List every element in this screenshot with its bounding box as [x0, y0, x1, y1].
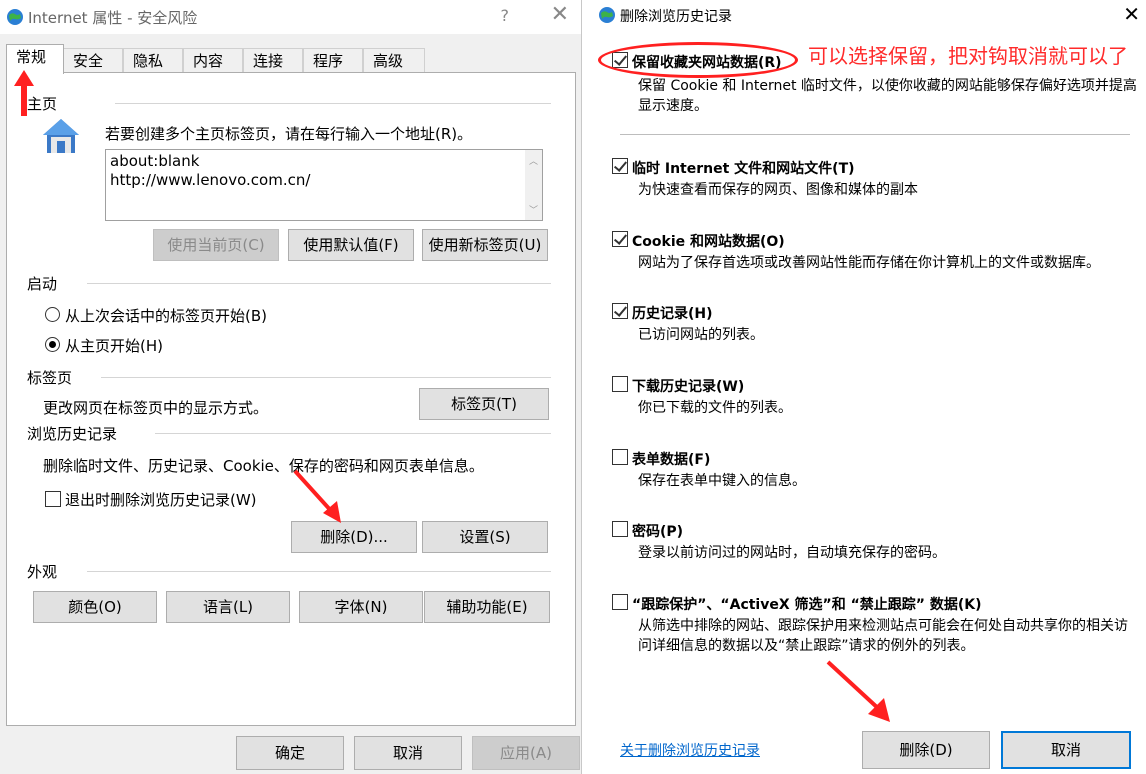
cancel-button[interactable]: 取消 — [1001, 731, 1131, 769]
use-new-tab-button[interactable]: 使用新标签页(U) — [422, 229, 548, 261]
window-title: Internet 属性 - 安全风险 — [28, 9, 198, 27]
delete-on-exit-label: 退出时删除浏览历史记录(W) — [65, 491, 257, 509]
close-button[interactable]: ✕ — [551, 2, 569, 27]
option-checkbox-form-data[interactable] — [612, 449, 628, 465]
startup-heading: 启动 — [27, 275, 58, 293]
tab-privacy[interactable]: 隐私 — [123, 48, 183, 73]
option-title: 临时 Internet 文件和网站文件(T) — [632, 161, 855, 177]
option-description: 为快速查看而保存的网页、图像和媒体的副本 — [638, 182, 918, 198]
use-current-button[interactable]: 使用当前页(C) — [153, 229, 279, 261]
option-description: 保留 Cookie 和 Internet 临时文件，以使你收藏的网站能够保存偏好… — [638, 78, 1137, 114]
divider — [87, 283, 551, 284]
internet-options-window: Internet 属性 - 安全风险 ? ✕ 常规 安全 隐私 内容 连接 程序… — [0, 0, 582, 774]
textarea-scrollbar[interactable]: ︿ ﹀ — [525, 150, 542, 220]
help-button[interactable]: ? — [501, 6, 510, 25]
startup-radio-last-session[interactable] — [45, 307, 60, 322]
ie-globe-icon — [7, 9, 23, 25]
history-heading: 浏览历史记录 — [27, 425, 118, 443]
option-description: 从筛选中排除的网站、跟踪保护用来检测站点可能会在何处自动共享你的相关访问详细信息… — [638, 618, 1128, 654]
tabs-description: 更改网页在标签页中的显示方式。 — [43, 399, 269, 417]
tabs-button[interactable]: 标签页(T) — [419, 388, 549, 420]
divider — [155, 433, 551, 434]
languages-button[interactable]: 语言(L) — [166, 591, 290, 623]
title-bar: Internet 属性 - 安全风险 ? ✕ — [0, 0, 581, 34]
colors-button[interactable]: 颜色(O) — [33, 591, 157, 623]
fonts-button[interactable]: 字体(N) — [299, 591, 423, 623]
tab-connections[interactable]: 连接 — [243, 48, 303, 73]
option-checkbox-cookies[interactable] — [612, 231, 628, 247]
general-tab-panel: 主页 若要创建多个主页标签页，请在每行输入一个地址(R)。 ︿ ﹀ 使用当前页(… — [6, 72, 576, 726]
history-settings-button[interactable]: 设置(S) — [422, 521, 548, 553]
option-checkbox-temp-files[interactable] — [612, 158, 628, 174]
home-urls-textarea[interactable] — [105, 149, 543, 221]
window-title: 删除浏览历史记录 — [620, 9, 732, 25]
startup-option-1-label: 从上次会话中的标签页开始(B) — [65, 307, 267, 325]
option-checkbox-downloads[interactable] — [612, 376, 628, 392]
apply-button[interactable]: 应用(A) — [472, 736, 580, 770]
option-title: 下载历史记录(W) — [632, 379, 745, 395]
divider — [115, 103, 551, 104]
home-instruction: 若要创建多个主页标签页，请在每行输入一个地址(R)。 — [105, 125, 473, 143]
history-description: 删除临时文件、历史记录、Cookie、保存的密码和网页表单信息。 — [43, 457, 484, 475]
option-title: Cookie 和网站数据(O) — [632, 234, 785, 250]
option-description: 登录以前访问过的网站时，自动填充保存的密码。 — [638, 545, 946, 561]
close-button[interactable]: ✕ — [1123, 2, 1140, 26]
option-description: 你已下载的文件的列表。 — [638, 400, 792, 416]
delete-history-button[interactable]: 删除(D)... — [291, 521, 417, 553]
cancel-button[interactable]: 取消 — [354, 736, 462, 770]
annotation-text: 可以选择保留，把对钩取消就可以了 — [808, 44, 1128, 68]
option-title: 密码(P) — [632, 524, 684, 540]
appearance-heading: 外观 — [27, 563, 58, 581]
delete-history-window: 删除浏览历史记录 ✕ 保留收藏夹网站数据(R) 保留 Cookie 和 Inte… — [590, 0, 1146, 774]
scroll-down-icon[interactable]: ﹀ — [529, 203, 538, 216]
delete-on-exit-checkbox[interactable] — [45, 491, 61, 507]
title-bar: 删除浏览历史记录 ✕ — [590, 0, 1146, 34]
annotation-ellipse — [598, 42, 798, 78]
option-title: 历史记录(H) — [632, 306, 713, 322]
scroll-up-icon[interactable]: ︿ — [529, 154, 538, 167]
option-title: “跟踪保护”、“ActiveX 筛选”和 “禁止跟踪” 数据(K) — [632, 597, 982, 613]
accessibility-button[interactable]: 辅助功能(E) — [424, 591, 550, 623]
option-checkbox-history[interactable] — [612, 303, 628, 319]
annotation-arrow-up-icon — [14, 70, 34, 116]
option-checkbox-passwords[interactable] — [612, 521, 628, 537]
ie-globe-icon — [599, 7, 615, 23]
option-description: 保存在表单中键入的信息。 — [638, 473, 806, 489]
divider — [620, 134, 1130, 135]
tab-advanced[interactable]: 高级 — [363, 48, 425, 73]
tabs-heading: 标签页 — [27, 369, 73, 387]
house-icon — [43, 119, 79, 153]
ok-button[interactable]: 确定 — [236, 736, 344, 770]
option-description: 网站为了保存首选项或改善网站性能而存储在你计算机上的文件或数据库。 — [638, 255, 1100, 271]
startup-radio-home[interactable] — [45, 337, 60, 352]
annotation-arrow-icon — [293, 469, 341, 523]
option-checkbox-tracking-protection[interactable] — [612, 594, 628, 610]
use-default-button[interactable]: 使用默认值(F) — [288, 229, 414, 261]
tab-content[interactable]: 内容 — [183, 48, 243, 73]
option-description: 已访问网站的列表。 — [638, 327, 764, 343]
annotation-arrow-icon — [826, 660, 890, 722]
divider — [101, 377, 551, 378]
tab-programs[interactable]: 程序 — [303, 48, 363, 73]
divider — [87, 571, 551, 572]
delete-button[interactable]: 删除(D) — [862, 731, 990, 769]
startup-option-2-label: 从主页开始(H) — [65, 337, 163, 355]
tab-strip: 常规 安全 隐私 内容 连接 程序 高级 — [6, 44, 576, 74]
tab-security[interactable]: 安全 — [63, 48, 123, 73]
about-delete-history-link[interactable]: 关于删除浏览历史记录 — [620, 740, 760, 760]
option-title: 表单数据(F) — [632, 452, 711, 468]
